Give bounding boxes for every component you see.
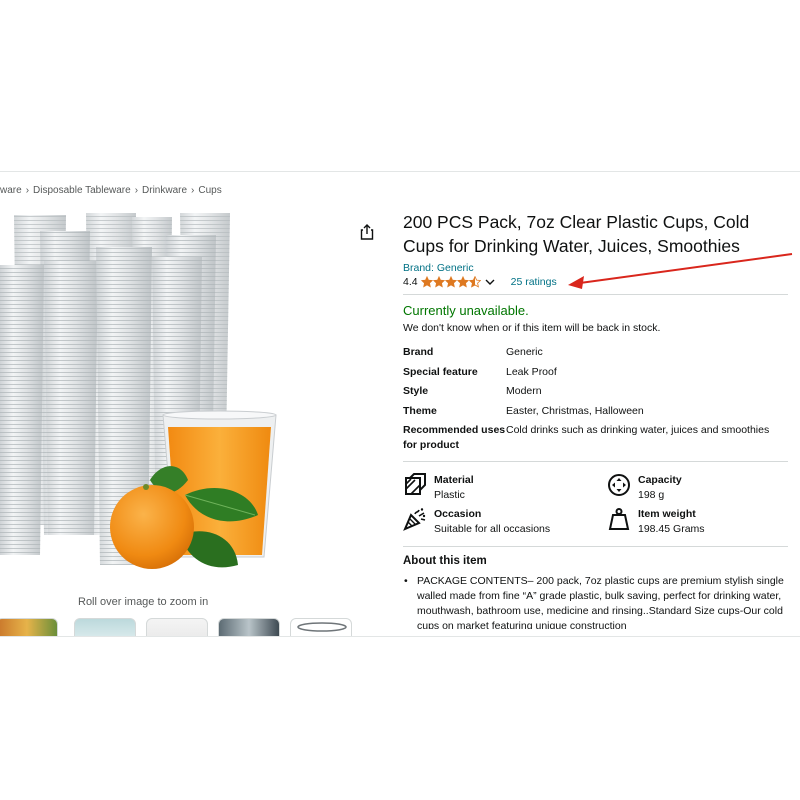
- ratings-count-link[interactable]: 25 ratings: [511, 276, 557, 288]
- annotation-arrow: [568, 253, 793, 289]
- thumbnail-image[interactable]: [146, 618, 208, 636]
- product-specs-table: Brand Generic Special feature Leak Proof…: [403, 345, 788, 453]
- about-heading: About this item: [403, 555, 487, 567]
- star-rating[interactable]: [420, 276, 481, 288]
- thumbnail-image[interactable]: [0, 618, 58, 636]
- spec-row: Theme Easter, Christmas, Halloween: [403, 404, 788, 424]
- cup-thumbnail-icon: [297, 622, 347, 632]
- attribute-label: Occasion: [434, 508, 482, 520]
- header-divider: [0, 171, 800, 172]
- attribute-material: Material Plastic: [403, 473, 474, 503]
- chevron-down-icon[interactable]: [485, 278, 495, 286]
- breadcrumb-item-disposable-tableware[interactable]: Disposable Tableware: [33, 185, 131, 196]
- footer-divider: [0, 636, 800, 637]
- about-bullets: PACKAGE CONTENTS– 200 pack, 7oz plastic …: [403, 574, 788, 629]
- material-icon: [403, 473, 427, 497]
- spec-key: Theme: [403, 404, 437, 417]
- breadcrumb: ware › Disposable Tableware › Drinkware › Cups: [0, 185, 222, 196]
- spec-value: Leak Proof: [506, 365, 557, 378]
- thumbnail-image[interactable]: [74, 618, 136, 636]
- spec-key: Brand: [403, 346, 434, 358]
- attribute-value: 198.45 Grams: [638, 523, 705, 535]
- thumbnail-image[interactable]: [290, 618, 352, 636]
- spec-value: Easter, Christmas, Halloween: [506, 404, 644, 417]
- breadcrumb-separator: ›: [191, 185, 195, 196]
- item-weight-icon: [607, 507, 631, 531]
- attribute-occasion: Occasion Suitable for all occasions: [403, 507, 550, 537]
- share-icon[interactable]: [358, 223, 376, 241]
- attribute-value: Plastic: [434, 489, 465, 501]
- spec-value: Cold drinks such as drinking water, juic…: [506, 424, 770, 436]
- occasion-icon: [403, 507, 427, 531]
- zoom-hint: Roll over image to zoom in: [78, 596, 209, 608]
- attribute-value: 198 g: [638, 489, 665, 501]
- section-divider: [403, 461, 788, 462]
- attribute-capacity: Capacity 198 g: [607, 473, 682, 503]
- breadcrumb-item-cups[interactable]: Cups: [198, 185, 221, 196]
- breadcrumb-item-drinkware-parent[interactable]: ware: [0, 185, 22, 196]
- attribute-value: Suitable for all occasions: [434, 523, 551, 535]
- spec-value: Generic: [506, 346, 543, 358]
- section-divider: [403, 294, 788, 295]
- section-divider: [403, 546, 788, 547]
- about-bullet: PACKAGE CONTENTS– 200 pack, 7oz plastic …: [403, 574, 788, 629]
- breadcrumb-item-drinkware[interactable]: Drinkware: [142, 185, 187, 196]
- spec-row: Style Modern: [403, 384, 788, 404]
- stars-icon: [420, 276, 481, 288]
- attribute-item-weight: Item weight 198.45 Grams: [607, 507, 705, 537]
- spec-value: Modern: [506, 385, 542, 397]
- spec-row: Brand Generic: [403, 345, 788, 365]
- attribute-label: Item weight: [638, 508, 696, 520]
- breadcrumb-separator: ›: [25, 185, 30, 196]
- breadcrumb-separator: ›: [134, 185, 139, 196]
- rating-row: 4.4 25 ratings: [403, 275, 557, 289]
- spec-key: Recommended uses for product: [403, 424, 506, 451]
- stock-note: We don't know when or if this item will …: [403, 322, 661, 334]
- capacity-icon: [607, 473, 631, 497]
- attribute-label: Material: [434, 474, 474, 486]
- thumbnail-image[interactable]: [218, 618, 280, 636]
- rating-value: 4.4: [403, 276, 418, 288]
- stacked-cups-illustration: [0, 213, 277, 569]
- spec-key: Special feature: [403, 365, 478, 378]
- thumbnail-strip: [0, 618, 360, 636]
- spec-row: Recommended uses for product Cold drinks…: [403, 423, 788, 453]
- spec-key: Style: [403, 385, 429, 397]
- availability-status: Currently unavailable.: [403, 303, 529, 318]
- product-main-image[interactable]: [0, 205, 282, 591]
- brand-link[interactable]: Brand: Generic: [403, 262, 474, 274]
- attribute-label: Capacity: [638, 474, 682, 486]
- spec-row: Special feature Leak Proof: [403, 365, 788, 385]
